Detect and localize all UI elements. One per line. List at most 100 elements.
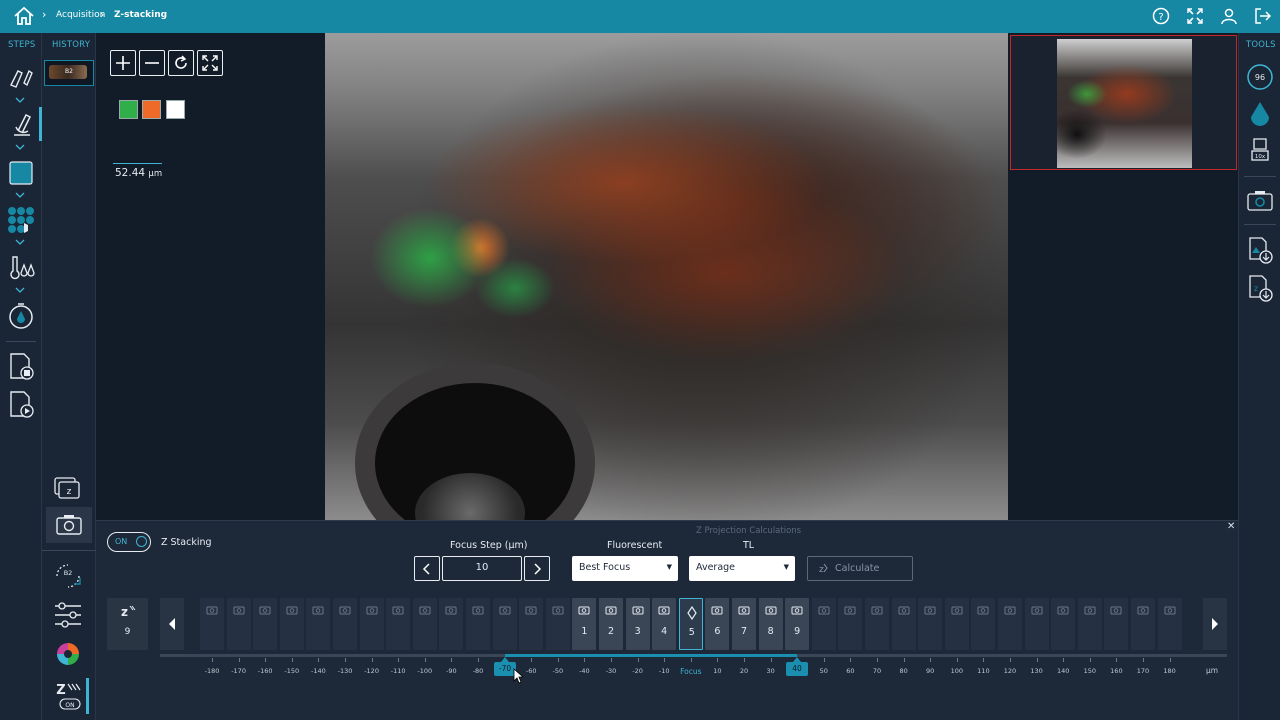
z-slice-empty[interactable] (279, 598, 304, 650)
z-slice-empty[interactable] (412, 598, 437, 650)
channel-white-toggle[interactable] (166, 100, 185, 119)
adjust-sliders-icon[interactable] (52, 600, 84, 630)
z-slice-empty[interactable] (200, 598, 224, 650)
z-stacking-toggle[interactable]: ON (107, 532, 151, 552)
z-slice-empty[interactable] (1104, 598, 1129, 650)
axis-tick (690, 658, 692, 662)
focus-step-input[interactable]: 10 (442, 556, 522, 581)
steps-panel: STEPS (0, 33, 42, 720)
logout-icon[interactable] (1254, 7, 1272, 25)
tools-title: TOOLS (1246, 40, 1276, 50)
z-slice-empty[interactable] (944, 598, 969, 650)
z-slice-empty[interactable] (359, 598, 384, 650)
z-slice-4[interactable]: 4 (652, 598, 677, 650)
z-slice-2[interactable]: 2 (599, 598, 623, 650)
divider (42, 550, 96, 551)
z-slice-empty[interactable] (891, 598, 916, 650)
z-slice-empty[interactable] (1051, 598, 1076, 650)
wellplate-hand-icon[interactable] (6, 205, 36, 235)
chevron-down-icon (15, 97, 25, 103)
svg-text:B2: B2 (64, 569, 73, 577)
z-slice-number: 5 (688, 627, 695, 638)
channel-green-toggle[interactable] (119, 100, 138, 119)
microscope-objective-icon[interactable] (6, 61, 36, 91)
z-stack-on-icon[interactable]: ZON (52, 680, 84, 712)
z-slice-empty[interactable] (545, 598, 570, 650)
axis-tick (424, 658, 426, 662)
z-slice-empty[interactable] (971, 598, 996, 650)
fit-screen-button[interactable] (197, 50, 223, 76)
tl-select[interactable]: Average ▼ (689, 556, 795, 581)
help-icon[interactable]: ? (1152, 7, 1170, 25)
axis-tick-label: 10 (713, 667, 722, 675)
field-square-icon[interactable] (6, 158, 36, 188)
b2-autofocus-icon[interactable]: B2 (52, 562, 84, 590)
export-image-icon[interactable] (1247, 235, 1275, 265)
z-slice-empty[interactable] (492, 598, 517, 650)
z-slice-empty[interactable] (838, 598, 863, 650)
objective-icon[interactable]: 10x (1246, 137, 1274, 165)
z-slice-empty[interactable] (998, 598, 1022, 650)
scroll-left-button[interactable] (160, 598, 184, 650)
user-icon[interactable] (1220, 7, 1238, 25)
channel-orange-toggle[interactable] (142, 100, 161, 119)
fluorescent-select[interactable]: Best Focus ▼ (572, 556, 678, 581)
z-slice-3[interactable]: 3 (625, 598, 650, 650)
z-slice-empty[interactable] (811, 598, 836, 650)
full-screen-icon[interactable] (1186, 7, 1204, 25)
scroll-right-button[interactable] (1203, 598, 1227, 650)
z-slice-empty[interactable] (333, 598, 357, 650)
snapshot-icon[interactable] (1245, 188, 1275, 214)
camera-icon (552, 606, 564, 615)
scale-bar (113, 163, 162, 164)
zoom-in-button[interactable] (110, 50, 136, 76)
drop-icon[interactable] (1248, 100, 1272, 130)
z-slice-empty[interactable] (466, 598, 490, 650)
z-slice-empty[interactable] (918, 598, 943, 650)
z-stack-capture-icon[interactable]: z (52, 473, 82, 501)
z-slice-empty[interactable] (253, 598, 278, 650)
focus-step-decrease-button[interactable] (414, 556, 440, 581)
close-panel-button[interactable]: ✕ (1227, 521, 1235, 532)
reset-zoom-button[interactable] (168, 50, 194, 76)
z-slice-empty[interactable] (1157, 598, 1182, 650)
z-slice-empty[interactable] (519, 598, 544, 650)
z-range-high-handle[interactable]: 40 (786, 657, 808, 676)
z-slice-empty[interactable] (386, 598, 411, 650)
z-slice-8[interactable]: 8 (758, 598, 783, 650)
camera-icon (738, 606, 750, 615)
timer-drop-icon[interactable] (6, 301, 36, 331)
plus-icon (116, 56, 130, 70)
focus-step-increase-button[interactable] (524, 556, 550, 581)
z-slice-empty[interactable] (1024, 598, 1049, 650)
overview-minimap[interactable] (1010, 35, 1237, 170)
z-slice-6[interactable]: 6 (705, 598, 730, 650)
z-slice-5[interactable]: 5 (678, 598, 703, 650)
z-slice-1[interactable]: 1 (572, 598, 597, 650)
z-slice-7[interactable]: 7 (732, 598, 756, 650)
capture-button[interactable] (46, 507, 92, 543)
wellplate-badge-icon[interactable]: 96 (1246, 63, 1274, 91)
toggle-label: ON (115, 537, 128, 546)
z-slice-empty[interactable] (865, 598, 889, 650)
breadcrumb-acquisition[interactable]: Acquisition (56, 10, 105, 20)
history-thumbnail[interactable]: B2 (44, 60, 94, 86)
calculate-button[interactable]: z Calculate (807, 556, 913, 581)
axis-tick (1036, 658, 1038, 662)
home-icon[interactable] (13, 6, 35, 26)
camera-icon (791, 606, 803, 615)
zoom-out-button[interactable] (139, 50, 165, 76)
temperature-humidity-icon[interactable] (6, 253, 36, 283)
z-slice-empty[interactable] (306, 598, 331, 650)
z-slice-empty[interactable] (226, 598, 251, 650)
z-slice-9[interactable]: 9 (785, 598, 810, 650)
microscope-icon[interactable] (6, 109, 36, 139)
z-slice-empty[interactable] (1077, 598, 1102, 650)
microscope-image[interactable] (325, 33, 1008, 520)
color-palette-icon[interactable] (54, 640, 82, 668)
document-save-icon[interactable] (6, 351, 36, 381)
z-slice-empty[interactable] (1131, 598, 1155, 650)
document-play-icon[interactable] (6, 389, 36, 419)
export-zstack-icon[interactable]: z (1247, 273, 1275, 303)
z-slice-empty[interactable] (439, 598, 464, 650)
